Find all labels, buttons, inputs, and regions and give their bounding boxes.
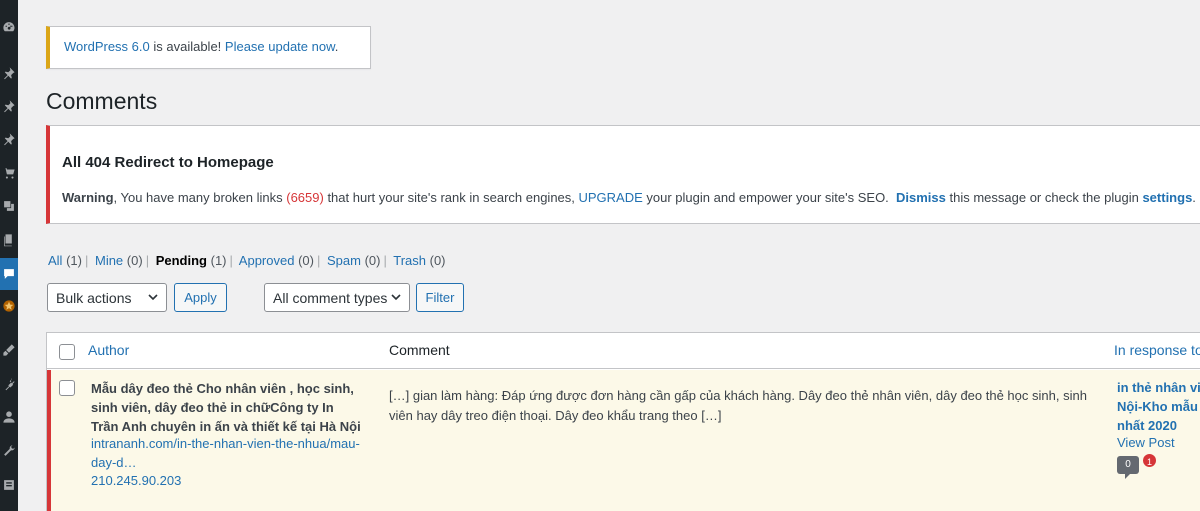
notice-text: that hurt your site's rank in search eng…: [323, 190, 579, 205]
update-nag-period: .: [334, 39, 339, 54]
comment-type-select[interactable]: All comment types: [264, 283, 410, 312]
response-title-line: nhất 2020: [1117, 418, 1177, 433]
pin-icon[interactable]: [0, 130, 18, 148]
notice-text: , You have many broken links: [113, 190, 287, 205]
cart-icon[interactable]: [0, 164, 18, 182]
settings-icon[interactable]: [0, 476, 18, 494]
filter-approved[interactable]: Approved: [239, 253, 295, 268]
wordpress-version-link[interactable]: WordPress 6.0: [64, 39, 150, 54]
response-column-header[interactable]: In response to: [1114, 342, 1200, 358]
table-header: Author Comment In response to: [47, 333, 1200, 369]
chevron-down-icon: [391, 294, 401, 301]
appearance-icon[interactable]: [0, 341, 18, 359]
response-title-line: Nội-Kho mẫu t: [1117, 399, 1200, 414]
filter-count: (0): [126, 253, 143, 268]
bulk-actions-select[interactable]: Bulk actions: [47, 283, 167, 312]
approved-comments-count[interactable]: 0: [1117, 456, 1139, 479]
comments-icon[interactable]: [0, 265, 18, 283]
notice-period: .: [1192, 190, 1196, 205]
warning-label: Warning: [62, 190, 114, 205]
comment-type-value: All comment types: [273, 290, 388, 306]
filter-trash[interactable]: Trash: [393, 253, 426, 268]
comment-column-header: Comment: [389, 342, 450, 358]
filter-mine[interactable]: Mine: [95, 253, 123, 268]
separator: |: [84, 253, 89, 268]
view-post-link[interactable]: View Post: [1117, 435, 1175, 450]
dismiss-link[interactable]: Dismiss: [896, 190, 946, 205]
separator: |: [383, 253, 387, 268]
notice-text: this message or check the plugin: [945, 190, 1143, 205]
update-nag: WordPress 6.0 is available! Please updat…: [46, 26, 371, 69]
filter-pending[interactable]: Pending: [156, 253, 207, 268]
star-badge-icon[interactable]: [0, 297, 18, 315]
settings-link[interactable]: settings: [1142, 190, 1192, 205]
separator: |: [229, 253, 233, 268]
chevron-down-icon: [148, 294, 158, 301]
select-all-checkbox[interactable]: [59, 344, 75, 360]
tools-icon[interactable]: [0, 442, 18, 460]
response-title-line: in thẻ nhân viên: [1117, 380, 1200, 395]
response-post-title[interactable]: in thẻ nhân viên Nội-Kho mẫu t nhất 2020: [1117, 378, 1200, 435]
comment-status-filters: All (1) | Mine (0) | Pending (1) | Approved…: [48, 253, 446, 268]
notice-text: your plugin and empower your site's SEO.: [642, 190, 897, 205]
filter-count: (1): [210, 253, 227, 268]
filter-count: (0): [429, 253, 446, 268]
users-icon[interactable]: [0, 408, 18, 426]
filter-count: (0): [364, 253, 381, 268]
pin-icon[interactable]: [0, 97, 18, 115]
pin-icon[interactable]: [0, 64, 18, 82]
table-row: Mẫu dây đeo thẻ Cho nhân viên , học sinh…: [47, 370, 1200, 511]
plugin-notice: All 404 Redirect to Homepage Warning, Yo…: [46, 125, 1200, 224]
comment-author-url[interactable]: intrananh.com/in-the-nhan-vien-the-nhua/…: [91, 434, 361, 472]
row-checkbox[interactable]: [59, 380, 75, 396]
comment-author-ip[interactable]: 210.245.90.203: [91, 473, 181, 488]
page-title: Comments: [46, 88, 158, 114]
pending-comments-badge[interactable]: 1: [1141, 452, 1158, 469]
filter-button[interactable]: Filter: [416, 283, 464, 312]
filter-spam[interactable]: Spam: [327, 253, 361, 268]
separator: |: [145, 253, 150, 268]
bulk-actions-value: Bulk actions: [56, 290, 132, 306]
update-nag-text: is available!: [149, 39, 225, 54]
upgrade-link[interactable]: UPGRADE: [579, 190, 643, 205]
admin-sidebar: [0, 0, 18, 511]
filter-all[interactable]: All: [48, 253, 62, 268]
notice-message: Warning, You have many broken links (665…: [62, 190, 1196, 205]
update-now-link[interactable]: Please update now: [225, 39, 335, 54]
author-column-header[interactable]: Author: [88, 342, 129, 358]
broken-links-count: (6659): [286, 190, 324, 205]
comment-author-name: Mẫu dây đeo thẻ Cho nhân viên , học sinh…: [91, 381, 361, 434]
dashboard-icon[interactable]: [0, 18, 18, 36]
comments-table: Author Comment In response to Mẫu dây đe…: [46, 332, 1200, 511]
apply-button[interactable]: Apply: [174, 283, 227, 312]
filter-count: (0): [298, 253, 314, 268]
media-icon[interactable]: [0, 197, 18, 215]
notice-title: All 404 Redirect to Homepage: [62, 154, 274, 171]
pages-icon[interactable]: [0, 231, 18, 249]
filter-count: (1): [66, 253, 82, 268]
comment-text: […] gian làm hàng: Đáp ứng được đơn hàng…: [389, 388, 1087, 423]
plugins-icon[interactable]: [0, 375, 18, 393]
separator: |: [316, 253, 321, 268]
